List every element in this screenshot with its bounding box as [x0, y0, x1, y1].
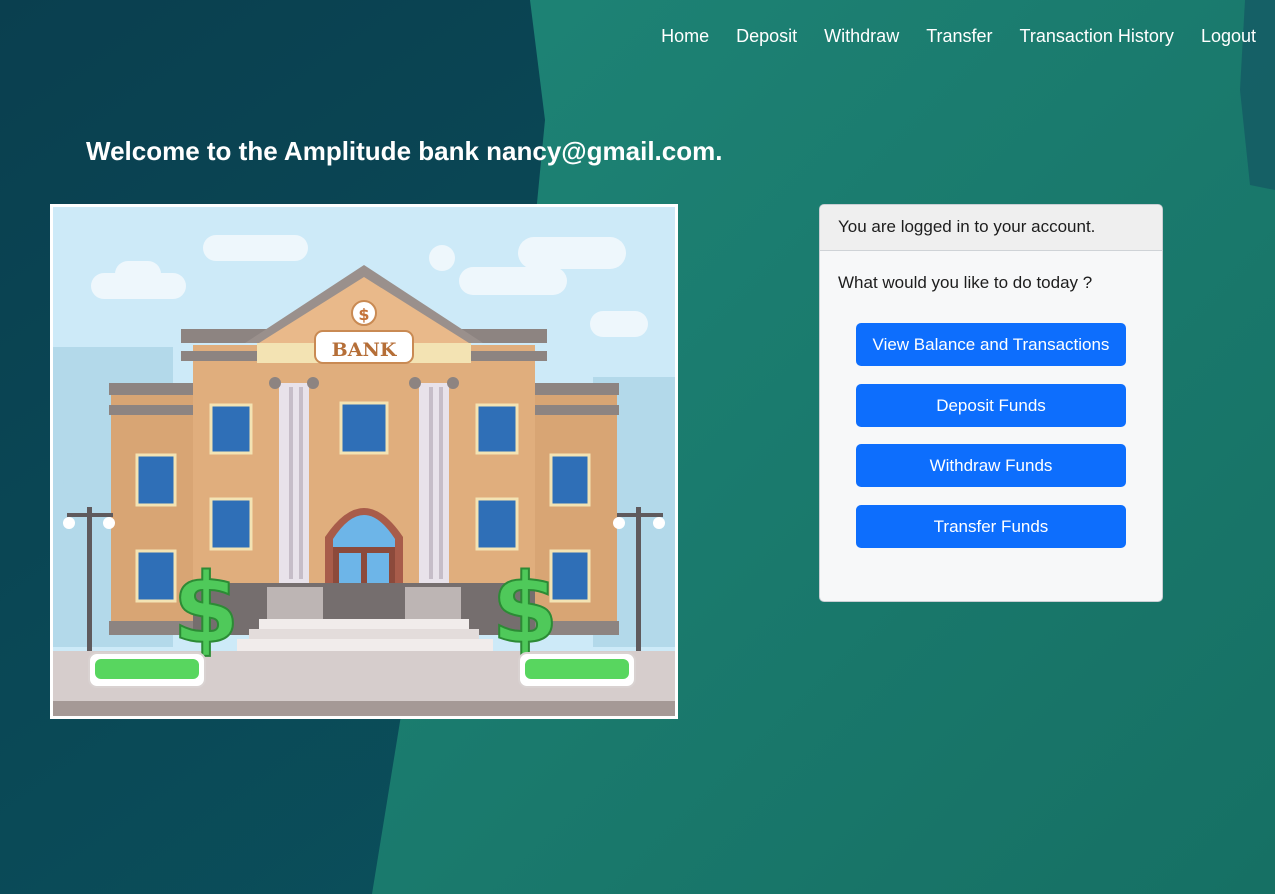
svg-text:$: $ [173, 553, 240, 665]
nav-deposit[interactable]: Deposit [736, 24, 797, 48]
bank-illustration: BANK $ $ $ [50, 204, 678, 719]
svg-text:$: $ [358, 305, 369, 324]
welcome-heading: Welcome to the Amplitude bank nancy@gmai… [86, 136, 723, 166]
nav-transfer[interactable]: Transfer [926, 24, 992, 48]
card-question: What would you like to do today ? [838, 273, 1093, 292]
account-card: You are logged in to your account. What … [819, 204, 1163, 602]
top-nav: Home Deposit Withdraw Transfer Transacti… [634, 24, 1256, 48]
nav-logout[interactable]: Logout [1201, 24, 1256, 48]
withdraw-funds-button[interactable]: Withdraw Funds [856, 444, 1126, 487]
nav-withdraw[interactable]: Withdraw [824, 24, 899, 48]
nav-home[interactable]: Home [661, 24, 709, 48]
svg-text:$: $ [492, 553, 559, 665]
view-balance-button[interactable]: View Balance and Transactions [856, 323, 1126, 366]
card-header: You are logged in to your account. [820, 205, 1162, 251]
nav-transaction-history[interactable]: Transaction History [1020, 24, 1174, 48]
transfer-funds-button[interactable]: Transfer Funds [856, 505, 1126, 548]
svg-text:BANK: BANK [332, 339, 398, 361]
deposit-funds-button[interactable]: Deposit Funds [856, 384, 1126, 427]
